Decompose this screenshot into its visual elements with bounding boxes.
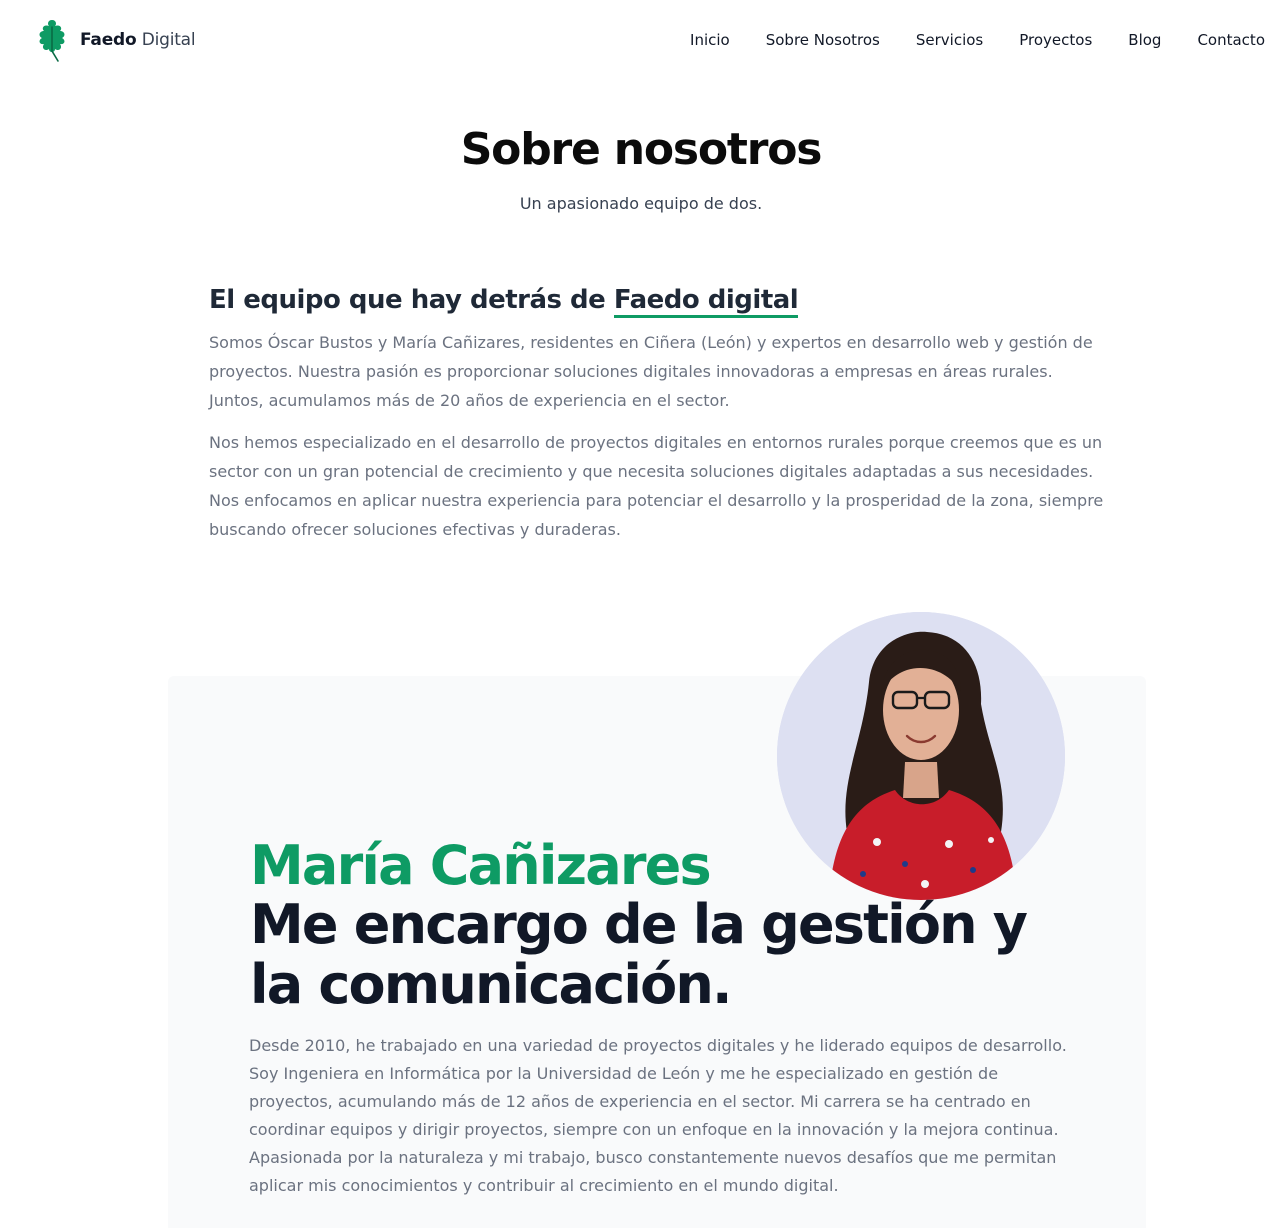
nav-item-inicio[interactable]: Inicio	[690, 30, 730, 50]
nav-item-proyectos[interactable]: Proyectos	[1019, 30, 1092, 50]
team-paragraph-2: Nos hemos especializado en el desarrollo…	[209, 433, 1104, 539]
brand-name-light: Digital	[141, 30, 196, 50]
team-heading: El equipo que hay detrás de Faedo digita…	[209, 280, 1109, 320]
profile-bio: Desde 2010, he trabajado en una variedad…	[249, 1036, 1067, 1195]
oak-leaf-icon	[39, 20, 65, 62]
nav-item-sobre-nosotros[interactable]: Sobre Nosotros	[766, 30, 880, 50]
profile-photo-illustration	[777, 612, 1065, 900]
brand-name-bold: Faedo	[80, 30, 137, 50]
brand-name: Faedo Digital	[80, 30, 196, 50]
team-paragraph-1: Somos Óscar Bustos y María Cañizares, re…	[209, 333, 1093, 410]
team-heading-prefix: El equipo que hay detrás de	[209, 285, 614, 315]
main-nav: Inicio Sobre Nosotros Servicios Proyecto…	[690, 30, 1265, 50]
nav-item-contacto[interactable]: Contacto	[1197, 30, 1265, 50]
team-section: El equipo que hay detrás de Faedo digita…	[209, 280, 1109, 544]
site-header: Faedo Digital Inicio Sobre Nosotros Serv…	[0, 0, 1282, 80]
page-title: Sobre nosotros	[460, 124, 823, 175]
profile-tagline: Me encargo de la gestión y la comunicaci…	[250, 893, 1028, 1016]
nav-item-blog[interactable]: Blog	[1128, 30, 1161, 50]
page-subtitle: Un apasionado equipo de dos.	[519, 194, 763, 213]
nav-item-servicios[interactable]: Servicios	[916, 30, 983, 50]
team-heading-highlight: Faedo digital	[613, 285, 799, 318]
profile-photo	[777, 612, 1065, 900]
profile-name: María Cañizares	[250, 834, 712, 897]
page: Faedo Digital Inicio Sobre Nosotros Serv…	[0, 0, 1282, 1228]
logo-link[interactable]: Faedo Digital	[34, 16, 196, 64]
